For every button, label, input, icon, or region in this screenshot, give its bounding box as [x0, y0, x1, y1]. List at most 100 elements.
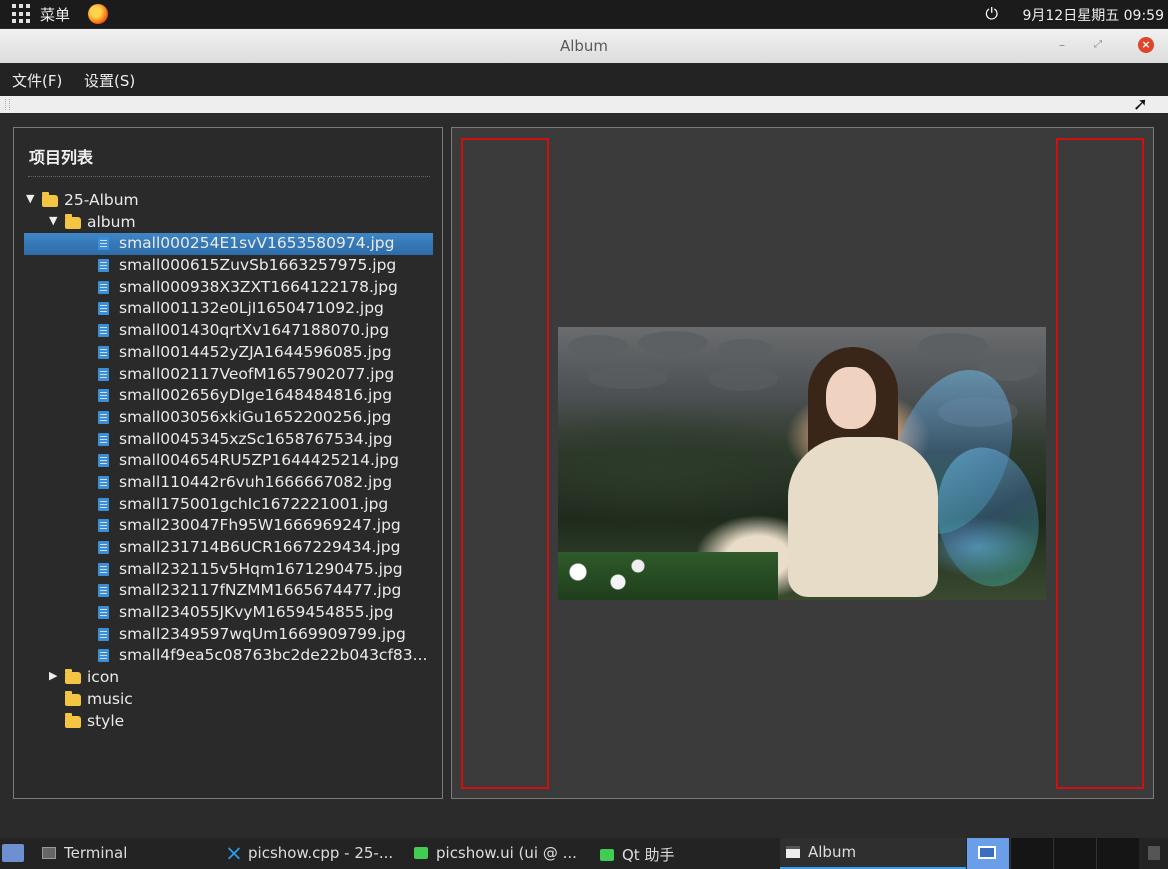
workspace-3[interactable]	[1053, 838, 1096, 869]
tree-folder-item[interactable]: music	[24, 689, 434, 711]
tree-item-label: album	[87, 212, 136, 231]
task-qt-assistant[interactable]: Qt 助手	[600, 844, 674, 865]
tree-item-label: small004654RU5ZP1644425214.jpg	[119, 451, 399, 470]
displayed-photo	[558, 327, 1046, 600]
tree-item-label: small000615ZuvSb1663257975.jpg	[119, 256, 397, 275]
task-label: Album	[808, 843, 857, 861]
tree-item-label: small0045345xzSc1658767534.jpg	[119, 429, 393, 448]
tree-item-label: small000254E1svV1653580974.jpg	[119, 234, 395, 253]
tree-folder-item[interactable]: ▼ album	[24, 212, 434, 234]
menu-settings[interactable]: 设置(S)	[84, 70, 135, 91]
image-file-icon	[98, 410, 109, 424]
image-file-icon	[98, 345, 109, 359]
task-album[interactable]: Album	[780, 838, 966, 869]
firefox-icon[interactable]	[88, 4, 109, 24]
qt-assistant-icon	[600, 849, 614, 861]
taskbar: Terminal ⨉ picshow.cpp - 25-... picshow.u…	[0, 838, 1168, 869]
power-icon[interactable]: ⏻	[985, 4, 998, 24]
image-view-panel	[451, 127, 1154, 799]
trash-icon[interactable]	[1148, 846, 1160, 860]
image-file-icon	[98, 584, 109, 598]
tree-file-item[interactable]: small000938X3ZXT1664122178.jpg	[24, 277, 434, 299]
tree-file-item[interactable]: small001430qrtXv1647188070.jpg	[24, 320, 434, 342]
tree-file-item[interactable]: small002117VeofM1657902077.jpg	[24, 364, 434, 386]
image-file-icon	[98, 562, 109, 576]
workspace-4[interactable]	[1096, 838, 1139, 869]
panel-title: 项目列表	[29, 148, 94, 167]
tree-file-item[interactable]: small231714B6UCR1667229434.jpg	[24, 537, 434, 559]
apps-grid-icon[interactable]	[12, 4, 32, 24]
expand-down-icon[interactable]: ▼	[26, 192, 38, 205]
show-desktop-button[interactable]	[2, 844, 24, 862]
tree-folder-item[interactable]: style	[24, 711, 434, 733]
image-file-icon	[98, 627, 109, 641]
tree-file-item[interactable]: small002656yDIge1648484816.jpg	[24, 385, 434, 407]
task-label: picshow.ui (ui @ ...	[436, 844, 577, 862]
toolbar-grip[interactable]	[5, 99, 10, 110]
image-file-icon	[98, 324, 109, 338]
tree-file-item[interactable]: small110442r6vuh1666667082.jpg	[24, 472, 434, 494]
tree-file-item[interactable]: small4f9ea5c08763bc2de22b043cf83...	[24, 645, 434, 667]
window-title-bar[interactable]: Album – ⤢ ×	[0, 29, 1168, 63]
system-menu-button[interactable]: 菜单	[40, 4, 70, 25]
task-label: picshow.cpp - 25-...	[248, 844, 394, 862]
tree-file-item[interactable]: small175001gchIc1672221001.jpg	[24, 494, 434, 516]
file-tree[interactable]: ▼ 25-Album ▼ album small000254E1svV165358097…	[24, 190, 434, 732]
tree-file-item[interactable]: small001132e0LjI1650471092.jpg	[24, 298, 434, 320]
tree-file-item[interactable]: small0014452yZJA1644596085.jpg	[24, 342, 434, 364]
expand-down-icon[interactable]: ▼	[49, 214, 61, 227]
folder-icon	[65, 669, 81, 685]
image-file-icon	[98, 541, 109, 554]
vscode-icon: ⨉	[228, 845, 241, 863]
folder-icon	[65, 690, 81, 706]
maximize-button[interactable]: ⤢	[1088, 35, 1108, 55]
folder-icon	[42, 192, 58, 207]
image-file-icon	[98, 302, 109, 316]
tree-item-label: small000938X3ZXT1664122178.jpg	[119, 277, 398, 296]
tree-file-item[interactable]: small000254E1svV1653580974.jpg	[24, 233, 433, 256]
tree-file-item[interactable]: small004654RU5ZP1644425214.jpg	[24, 450, 434, 472]
tree-file-item[interactable]: small232115v5Hqm1671290475.jpg	[24, 559, 434, 581]
tree-folder-item[interactable]: ▼ 25-Album	[24, 190, 434, 212]
tree-item-label: icon	[87, 668, 120, 687]
tree-item-label: small234055JKvyM1659454855.jpg	[119, 603, 394, 622]
tree-folder-item[interactable]: ▶ icon	[24, 667, 434, 689]
tree-file-item[interactable]: small234055JKvyM1659454855.jpg	[24, 602, 434, 624]
menu-file[interactable]: 文件(F)	[12, 70, 62, 91]
image-file-icon	[98, 606, 109, 620]
tree-file-item[interactable]: small000615ZuvSb1663257975.jpg	[24, 255, 434, 277]
tree-file-item[interactable]: small232117fNZMM1665674477.jpg	[24, 580, 434, 602]
image-file-icon	[98, 649, 109, 663]
panel-separator	[28, 176, 430, 177]
task-terminal[interactable]: Terminal	[42, 844, 127, 862]
tree-item-label: small230047Fh95W1666969247.jpg	[119, 516, 401, 535]
previous-image-button[interactable]	[461, 138, 549, 789]
main-content: 项目列表 ▼ 25-Album ▼ album small000254E1svV1653…	[0, 113, 1168, 838]
tree-item-label: small231714B6UCR1667229434.jpg	[119, 538, 401, 556]
tree-file-item[interactable]: small230047Fh95W1666969247.jpg	[24, 515, 434, 537]
tree-item-label: small175001gchIc1672221001.jpg	[119, 494, 389, 513]
image-file-icon	[98, 259, 109, 273]
workspace-2[interactable]	[1010, 838, 1053, 869]
task-vscode[interactable]: ⨉ picshow.cpp - 25-...	[228, 844, 394, 863]
clock[interactable]: 9月12日星期五 09:59	[1022, 5, 1164, 25]
mouse-cursor-icon: ➚	[1132, 94, 1148, 115]
next-image-button[interactable]	[1056, 138, 1144, 789]
image-file-icon	[98, 280, 109, 294]
minimize-button[interactable]: –	[1052, 35, 1072, 55]
tree-file-item[interactable]: small0045345xzSc1658767534.jpg	[24, 429, 434, 451]
expand-right-icon[interactable]: ▶	[49, 669, 61, 682]
tree-item-label: small001132e0LjI1650471092.jpg	[119, 299, 384, 318]
qt-designer-icon	[414, 847, 428, 859]
tree-item-label: 25-Album	[64, 191, 139, 209]
tree-file-item[interactable]: small2349597wqUm1669909799.jpg	[24, 624, 434, 646]
workspace-1[interactable]	[967, 838, 1009, 869]
image-file-icon	[98, 519, 109, 533]
task-qt-designer[interactable]: picshow.ui (ui @ ...	[414, 844, 577, 862]
task-label: Qt 助手	[622, 846, 675, 864]
window-title: Album	[559, 37, 609, 55]
tree-file-item[interactable]: small003056xkiGu1652200256.jpg	[24, 407, 434, 429]
toolbar: ➚	[0, 94, 1168, 115]
close-button[interactable]: ×	[1138, 37, 1154, 53]
tree-item-label: small4f9ea5c08763bc2de22b043cf83...	[119, 646, 428, 665]
